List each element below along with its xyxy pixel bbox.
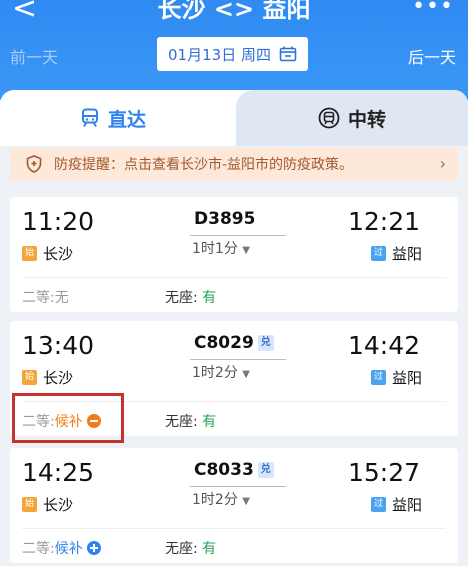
arrive-time: 15:27 [347, 458, 420, 487]
arrive-time: 12:21 [347, 207, 420, 236]
train-card[interactable]: 11:20 D3895 1时1分 ▼ 12:21 始 长沙 过 益阳 二等: 无 … [10, 197, 458, 312]
epidemic-notice-banner[interactable]: 防疫提醒：点击查看长沙市-益阳市的防疫政策。 › [10, 148, 458, 180]
duration[interactable]: 1时2分 ▼ [192, 489, 250, 509]
origin-tag: 始 [22, 370, 37, 385]
caret-down-icon: ▼ [242, 369, 250, 380]
more-icon[interactable]: ••• [412, 0, 454, 18]
origin-tag: 始 [22, 246, 37, 261]
depart-time: 14:25 [22, 458, 95, 487]
page-title: 长沙 <> 益阳 [157, 0, 311, 23]
train-number: D3895 [194, 209, 256, 229]
second-class-seat: 二等: 无 [22, 290, 69, 306]
date-label: 01月13日 周四 [168, 45, 271, 64]
exchange-badge: 兑 [257, 462, 274, 478]
plus-circle-icon[interactable] [86, 541, 101, 555]
depart-time: 13:40 [22, 331, 95, 360]
tab-transfer[interactable]: 中转 [318, 90, 386, 146]
arrive-time: 14:42 [347, 331, 420, 360]
exchange-badge: 兑 [257, 335, 274, 351]
divider [22, 277, 446, 278]
from-station: 始 长沙 [22, 367, 73, 388]
date-picker[interactable]: 01月13日 周四 [157, 37, 308, 71]
chevron-right-icon: › [439, 154, 446, 173]
train-icon [82, 108, 98, 127]
divider [22, 528, 446, 529]
to-station: 过 益阳 [370, 243, 422, 264]
from-station: 始 长沙 [22, 494, 73, 515]
header-bar: < 长沙 <> 益阳 ••• 前一天 01月13日 周四 后一天 [0, 0, 468, 100]
train-card[interactable]: 14:25 C8033 兑 1时2分 ▼ 15:27 始 长沙 过 益阳 二等: 候… [10, 448, 458, 563]
shield-icon [26, 155, 42, 173]
pass-tag: 过 [370, 370, 386, 385]
caret-down-icon: ▼ [242, 496, 250, 507]
notice-text: 防疫提醒：点击查看长沙市-益阳市的防疫政策。 [54, 157, 354, 173]
prev-day-button[interactable]: 前一天 [10, 44, 58, 68]
no-seat: 无座: 有 [165, 541, 217, 557]
depart-time: 11:20 [22, 207, 95, 236]
no-seat: 无座: 有 [165, 414, 217, 430]
caret-down-icon: ▼ [242, 245, 250, 256]
route-line [190, 486, 286, 487]
duration[interactable]: 1时2分 ▼ [192, 362, 250, 382]
route-line [190, 359, 286, 360]
next-day-button[interactable]: 后一天 [408, 44, 456, 68]
to-station: 过 益阳 [370, 367, 422, 388]
route-line [190, 235, 286, 236]
duration[interactable]: 1时1分 ▼ [192, 238, 250, 258]
from-station: 始 长沙 [22, 243, 73, 264]
train-number: C8029 兑 [194, 333, 274, 353]
to-station: 过 益阳 [370, 494, 422, 515]
tab-direct[interactable]: 直达 [80, 90, 146, 146]
tab-transfer-label: 中转 [348, 108, 387, 131]
highlight-box [12, 393, 124, 443]
pass-tag: 过 [370, 246, 386, 261]
pass-tag: 过 [370, 497, 386, 512]
second-class-seat[interactable]: 二等: 候补 [22, 538, 101, 558]
origin-tag: 始 [22, 497, 37, 512]
train-number: C8033 兑 [194, 460, 274, 480]
tab-direct-label: 直达 [108, 108, 147, 131]
calendar-icon [279, 46, 297, 62]
no-seat: 无座: 有 [165, 290, 217, 306]
transfer-icon [318, 107, 340, 129]
tab-bar: 直达 中转 [0, 90, 468, 146]
